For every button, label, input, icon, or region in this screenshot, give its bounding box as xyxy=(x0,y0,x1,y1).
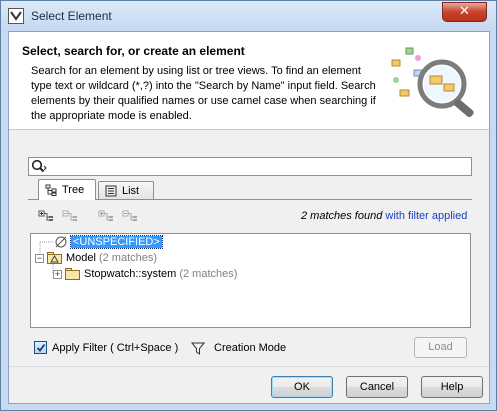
match-count: 2 matches found xyxy=(301,210,383,222)
tree-item-unspecified[interactable]: <UNSPECIFIED> xyxy=(54,234,163,250)
tree-item-count: (2 matches) xyxy=(98,252,158,264)
cancel-button[interactable]: Cancel xyxy=(346,376,408,398)
package-icon xyxy=(65,267,80,280)
dialog-header: Select, search for, or create an element… xyxy=(9,32,489,130)
match-summary: 2 matches found with filter applied xyxy=(301,210,467,222)
tree-item-count: (2 matches) xyxy=(179,268,238,280)
apply-filter-label[interactable]: Apply Filter ( Ctrl+Space ) xyxy=(52,342,178,354)
expand-selected-icon[interactable] xyxy=(98,208,114,224)
apply-filter-checkbox[interactable] xyxy=(34,341,47,354)
window-title: Select Element xyxy=(31,9,112,23)
help-button[interactable]: Help xyxy=(421,376,483,398)
null-icon xyxy=(55,236,67,248)
filter-icon[interactable] xyxy=(191,342,205,355)
tree-item-stopwatch-system[interactable]: + Stopwatch::system (2 matches) xyxy=(53,266,237,282)
load-button[interactable]: Load xyxy=(414,337,467,358)
expand-all-icon[interactable] xyxy=(38,208,54,224)
tree-icon xyxy=(45,184,57,196)
expand-toggle-icon[interactable]: + xyxy=(53,269,62,279)
element-tree[interactable]: <UNSPECIFIED> − Model (2 matches) + Stop… xyxy=(30,233,471,328)
header-description: Search for an element by using list or t… xyxy=(31,65,376,122)
tab-list[interactable]: List xyxy=(98,181,154,199)
tree-item-label: <UNSPECIFIED> xyxy=(70,235,163,249)
search-illustration-icon xyxy=(391,47,474,118)
collapse-all-icon[interactable] xyxy=(62,208,78,224)
search-field[interactable] xyxy=(28,157,472,176)
tree-item-label: Model xyxy=(66,252,96,264)
checkmark-icon xyxy=(36,343,46,352)
tab-tree[interactable]: Tree xyxy=(38,179,96,200)
header-title: Select, search for, or create an element xyxy=(22,44,245,58)
tab-tree-label: Tree xyxy=(62,184,85,196)
button-separator xyxy=(9,366,489,367)
title-bar[interactable]: Select Element ✕ xyxy=(1,1,496,31)
collapse-toggle-icon[interactable]: − xyxy=(35,253,44,263)
search-icon xyxy=(31,159,47,173)
close-button[interactable]: ✕ xyxy=(442,2,487,22)
app-icon xyxy=(8,8,24,24)
creation-mode-toggle[interactable]: Creation Mode xyxy=(214,342,286,354)
model-icon xyxy=(47,251,62,264)
filter-note: with filter applied xyxy=(385,210,468,222)
tab-list-label: List xyxy=(122,184,140,197)
tree-item-model[interactable]: − Model (2 matches) xyxy=(35,250,157,266)
view-tabs: Tree List xyxy=(28,179,472,200)
tree-item-label: Stopwatch::system xyxy=(84,268,177,280)
collapse-selected-icon[interactable] xyxy=(122,208,138,224)
list-icon xyxy=(105,185,117,196)
ok-button[interactable]: OK xyxy=(271,376,333,398)
dialog-content: Select, search for, or create an element… xyxy=(8,31,490,404)
dialog-window: Select Element ✕ Select, search for, or … xyxy=(0,0,497,411)
search-input[interactable] xyxy=(47,158,467,175)
